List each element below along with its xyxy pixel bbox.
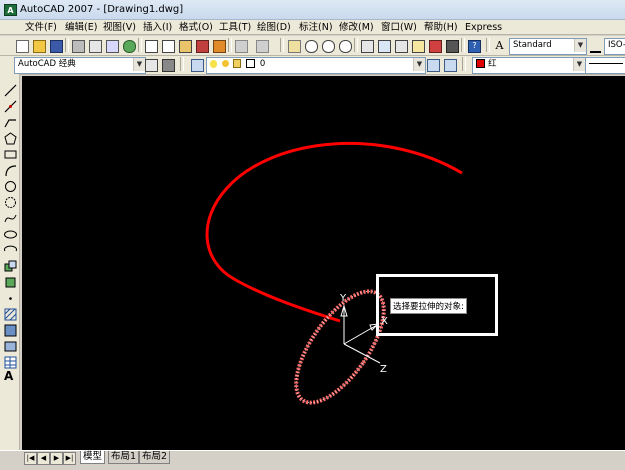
linetype-preview: [589, 63, 623, 64]
layout-tab-bar: |◀ ◀ ▶ ▶| 模型 布局1 布局2: [0, 450, 625, 470]
zoom-realtime-icon[interactable]: [303, 38, 319, 54]
help-icon[interactable]: ?: [466, 38, 482, 54]
make-current-layer-icon[interactable]: [425, 57, 441, 73]
dim-style-icon[interactable]: [588, 38, 604, 54]
match-properties-icon[interactable]: [194, 38, 210, 54]
construction-line-icon[interactable]: [4, 100, 17, 113]
revision-cloud-icon[interactable]: [4, 196, 17, 209]
color-select[interactable]: 红 ▼: [472, 57, 586, 74]
calculator-icon[interactable]: [444, 38, 460, 54]
point-icon[interactable]: [4, 292, 17, 305]
tool-palettes-icon[interactable]: [393, 38, 409, 54]
spline-icon[interactable]: [4, 212, 17, 225]
plot-icon[interactable]: [70, 38, 86, 54]
multiline-text-icon[interactable]: A: [4, 370, 17, 383]
menu-file[interactable]: 文件(F): [24, 21, 58, 34]
workspace-save-icon[interactable]: [160, 57, 176, 73]
menu-express[interactable]: Express: [464, 21, 503, 34]
color-swatch: [476, 59, 485, 68]
rectangle-icon[interactable]: [4, 148, 17, 161]
polyline-icon[interactable]: [4, 116, 17, 129]
layers-toolbar: AutoCAD 经典 ▼ 0 ▼ 红 ▼: [0, 56, 625, 75]
text-style-select[interactable]: Standard ▼: [509, 38, 587, 55]
zoom-window-icon[interactable]: [320, 38, 336, 54]
chevron-down-icon: ▼: [413, 58, 425, 71]
window-title: AutoCAD 2007 - [Drawing1.dwg]: [20, 4, 184, 15]
insert-block-icon[interactable]: [4, 260, 17, 273]
table-icon[interactable]: [4, 356, 17, 369]
ellipse-arc-icon[interactable]: [4, 244, 17, 257]
layer-color-swatch: [246, 59, 256, 68]
chevron-down-icon: ▼: [573, 58, 585, 71]
last-tab-icon[interactable]: ▶|: [63, 452, 76, 465]
ucs-icon: [340, 304, 381, 364]
new-icon[interactable]: [14, 38, 30, 54]
ellipse-icon[interactable]: [4, 228, 17, 241]
polygon-icon[interactable]: [4, 132, 17, 145]
paste-icon[interactable]: [177, 38, 193, 54]
prev-tab-icon[interactable]: ◀: [37, 452, 50, 465]
menu-view[interactable]: 视图(V): [102, 21, 137, 34]
menu-format[interactable]: 格式(O): [178, 21, 214, 34]
publish-icon[interactable]: [104, 38, 120, 54]
zoom-previous-icon[interactable]: [337, 38, 353, 54]
ucs-y-label: Y: [339, 293, 347, 304]
tab-layout2[interactable]: 布局2: [139, 451, 171, 464]
properties-icon[interactable]: [359, 38, 375, 54]
menu-help[interactable]: 帮助(H): [423, 21, 459, 34]
dim-style-select[interactable]: ISO-: [604, 38, 625, 55]
ucs-z-label: Z: [380, 364, 387, 375]
autocad-logo-icon: A: [4, 4, 17, 16]
undo-icon[interactable]: [233, 38, 249, 54]
open-icon[interactable]: [31, 38, 47, 54]
arc-icon[interactable]: [4, 164, 17, 177]
title-bar: A AutoCAD 2007 - [Drawing1.dwg]: [0, 0, 625, 20]
menu-draw[interactable]: 绘图(D): [256, 21, 292, 34]
plot-preview-icon[interactable]: [87, 38, 103, 54]
block-editor-icon[interactable]: [211, 38, 227, 54]
next-tab-icon[interactable]: ▶: [50, 452, 63, 465]
first-tab-icon[interactable]: |◀: [24, 452, 37, 465]
copy-icon[interactable]: [160, 38, 176, 54]
gradient-icon[interactable]: [4, 324, 17, 337]
drawing-area[interactable]: Y X Z: [22, 76, 625, 450]
lock-icon: [233, 59, 242, 68]
design-center-icon[interactable]: [376, 38, 392, 54]
layer-previous-icon[interactable]: [442, 57, 458, 73]
layer-manager-icon[interactable]: [189, 57, 205, 73]
lightbulb-icon: [210, 59, 217, 68]
tab-layout1[interactable]: 布局1: [108, 451, 140, 464]
workspace-select[interactable]: AutoCAD 经典 ▼: [14, 57, 146, 74]
dynamic-input-prompt: 选择要拉伸的对象:: [390, 298, 467, 314]
text-style-icon[interactable]: A: [492, 38, 508, 54]
menu-edit[interactable]: 编辑(E): [64, 21, 98, 34]
pan-icon[interactable]: [286, 38, 302, 54]
menu-dimension[interactable]: 标注(N): [298, 21, 334, 34]
make-block-icon[interactable]: [4, 276, 17, 289]
region-icon[interactable]: [4, 340, 17, 353]
menu-modify[interactable]: 修改(M): [338, 21, 375, 34]
markup-icon[interactable]: [427, 38, 443, 54]
sheet-set-icon[interactable]: [410, 38, 426, 54]
menu-bar: 文件(F) 编辑(E) 视图(V) 插入(I) 格式(O) 工具(T) 绘图(D…: [0, 20, 625, 35]
linetype-select[interactable]: [585, 57, 625, 74]
line-icon[interactable]: [4, 84, 17, 97]
3d-dwf-icon[interactable]: [121, 38, 137, 54]
draw-toolbar: A: [0, 74, 20, 450]
redo-icon[interactable]: [254, 38, 270, 54]
tab-model[interactable]: 模型: [80, 451, 106, 464]
menu-tools[interactable]: 工具(T): [218, 21, 252, 34]
layer-select[interactable]: 0 ▼: [206, 57, 426, 74]
cut-icon[interactable]: [143, 38, 159, 54]
menu-window[interactable]: 窗口(W): [380, 21, 418, 34]
hatch-icon[interactable]: [4, 308, 17, 321]
sun-icon: [221, 60, 229, 67]
menu-insert[interactable]: 插入(I): [142, 21, 173, 34]
workspace-settings-icon[interactable]: [143, 57, 159, 73]
chevron-down-icon: ▼: [574, 39, 586, 52]
standard-toolbar: ? A Standard ▼ ISO-: [0, 36, 625, 56]
circle-icon[interactable]: [4, 180, 17, 193]
save-icon[interactable]: [48, 38, 64, 54]
